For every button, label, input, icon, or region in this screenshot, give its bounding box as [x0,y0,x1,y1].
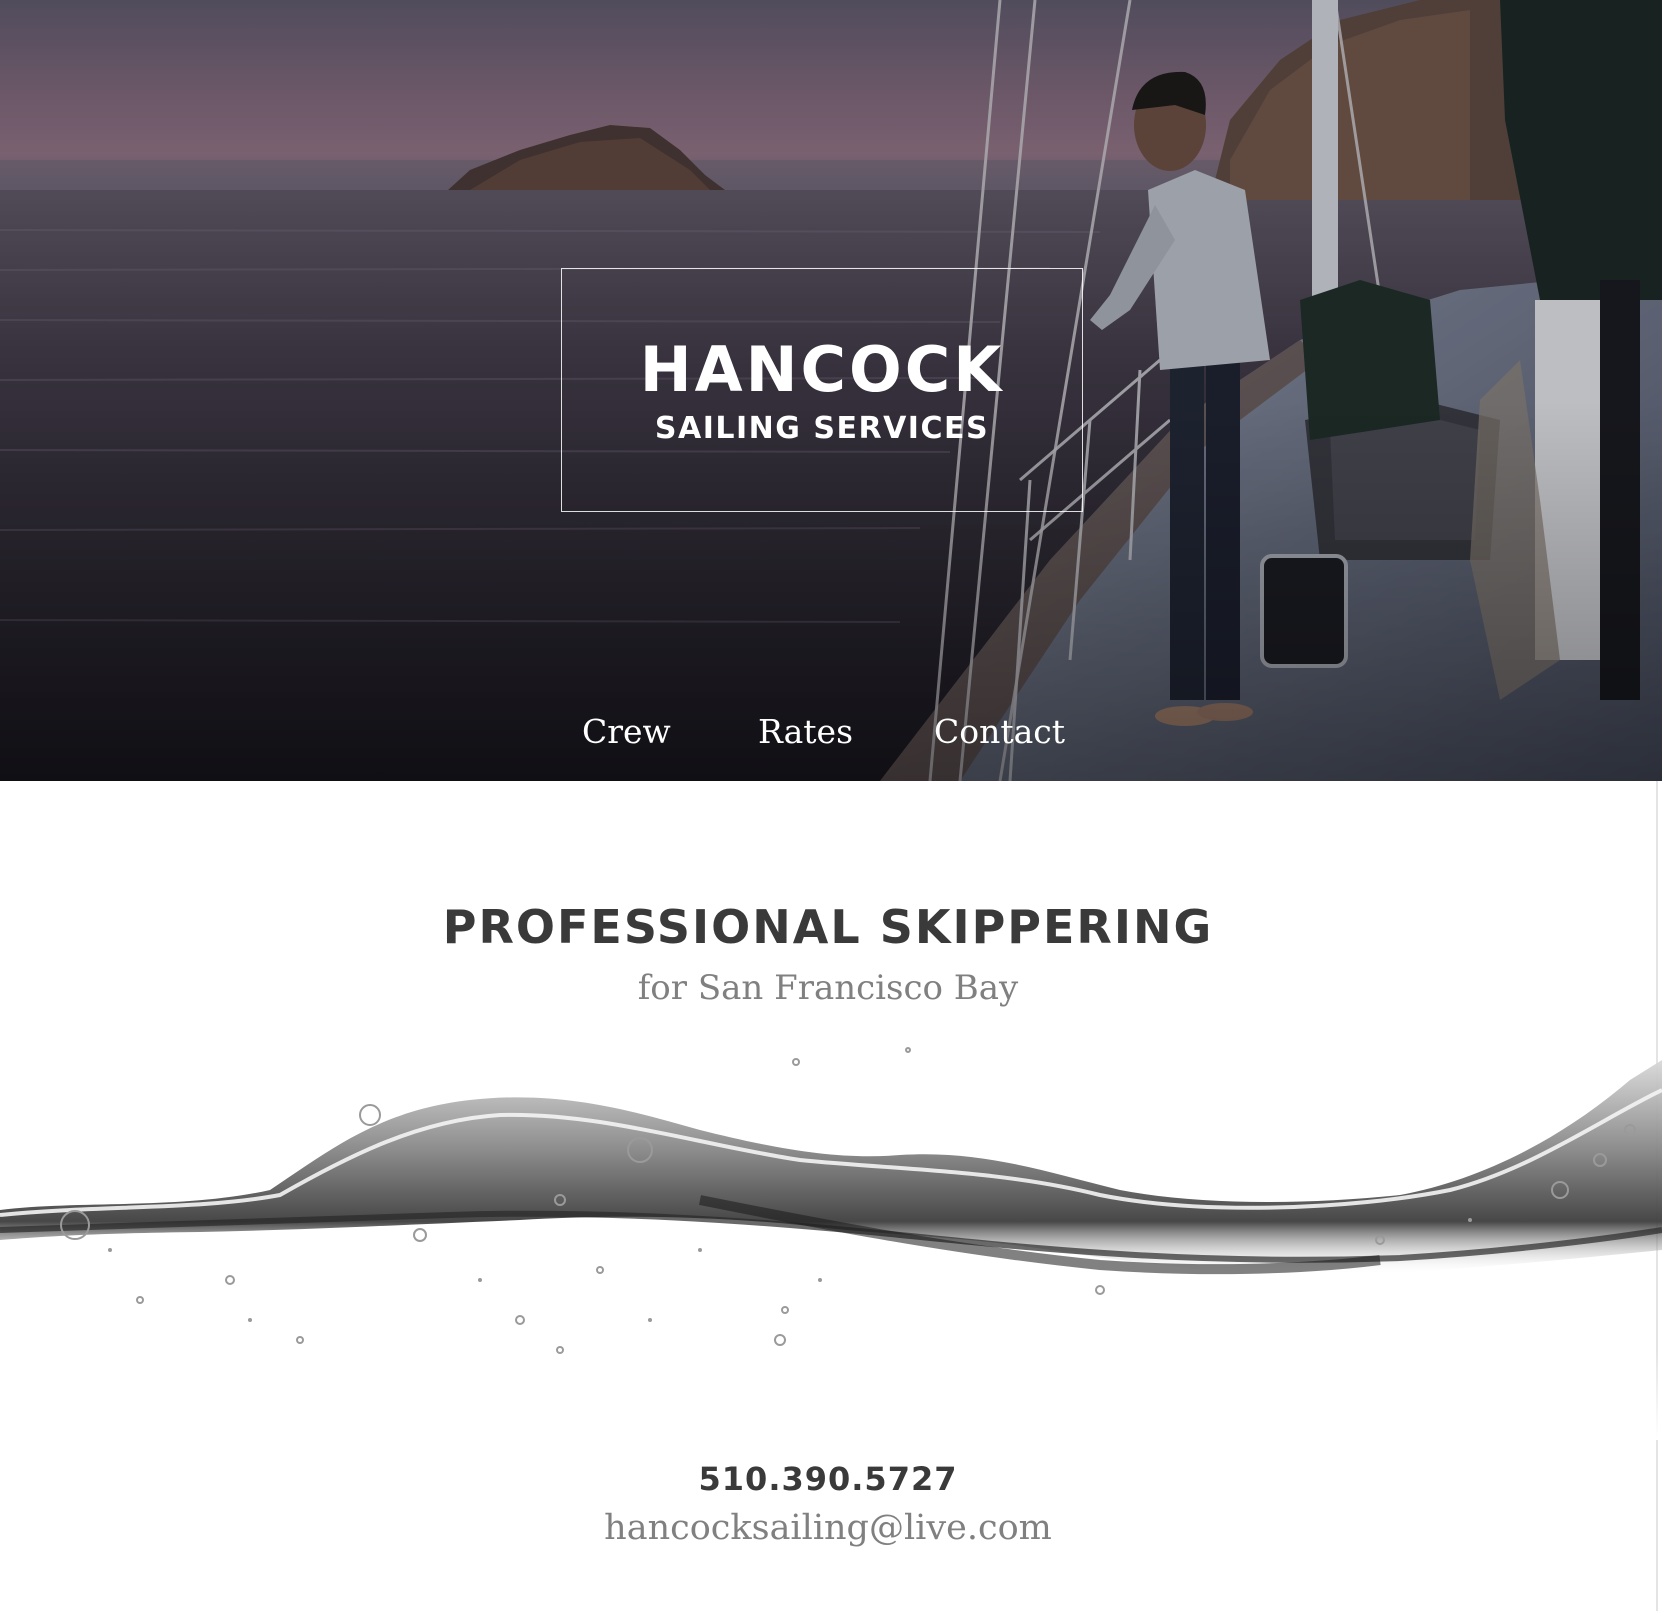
logo-subtitle: SAILING SERVICES [654,411,990,446]
water-splash-image [0,1047,1662,1440]
main-nav: Crew Rates Contact [0,712,1662,756]
nav-link-crew[interactable]: Crew [582,712,671,752]
hero-banner: HANCOCK SAILING SERVICES Crew Rates Cont… [0,0,1662,781]
nav-link-contact[interactable]: Contact [934,712,1065,752]
email-link[interactable]: hancocksailing@live.com [0,1505,1656,1551]
page: HANCOCK SAILING SERVICES Crew Rates Cont… [0,0,1662,1611]
phone-number[interactable]: 510.390.5727 [0,1458,1656,1500]
headline: PROFESSIONAL SKIPPERING [442,900,1214,954]
nav-link-rates[interactable]: Rates [758,712,853,752]
subheadline: for San Francisco Bay [637,968,1019,1008]
site-logo[interactable]: HANCOCK SAILING SERVICES [561,268,1083,512]
logo-title: HANCOCK [639,333,1005,406]
